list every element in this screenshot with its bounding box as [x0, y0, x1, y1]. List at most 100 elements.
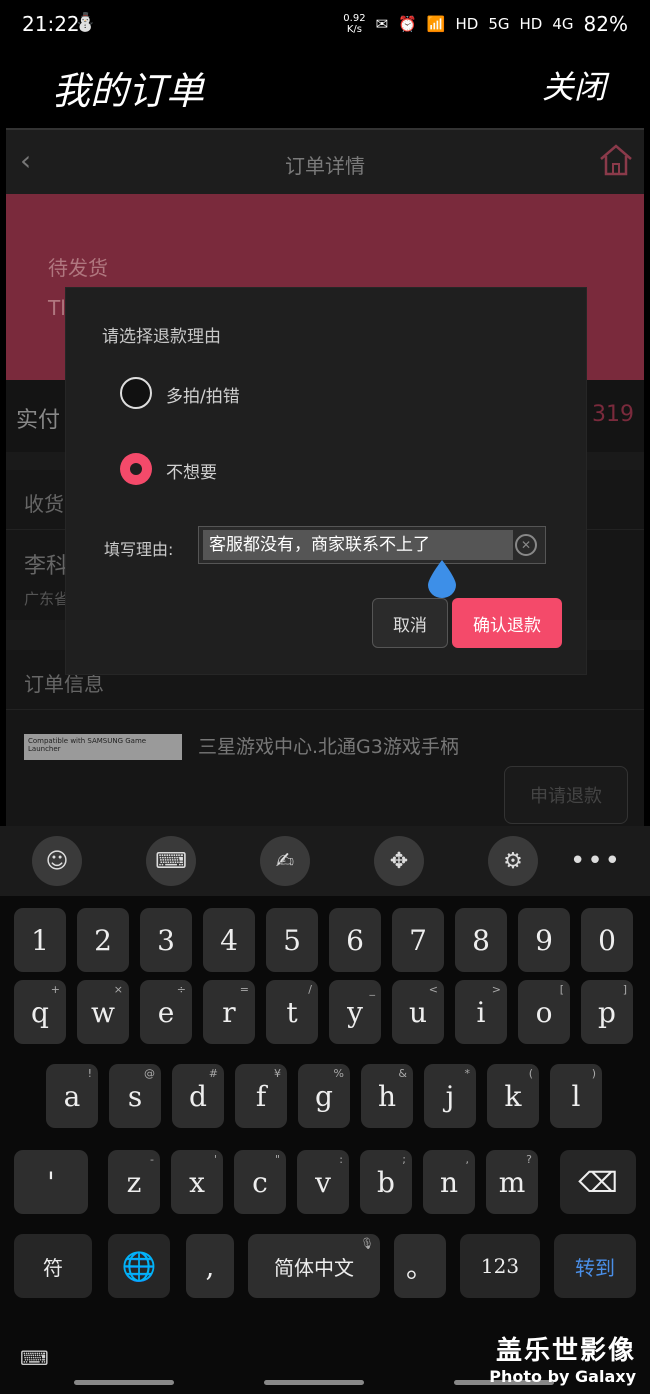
radio-option-wrong-order[interactable] — [120, 377, 152, 409]
key-k[interactable]: k( — [487, 1064, 539, 1128]
key-w[interactable]: w × — [77, 980, 129, 1044]
key-label: o — [535, 995, 553, 1029]
key-hint: % — [333, 1067, 344, 1080]
key-5[interactable]: 5 — [266, 908, 318, 972]
handwriting-icon[interactable]: ✍ — [260, 836, 310, 886]
key-label: x — [189, 1165, 205, 1199]
close-button[interactable]: 关闭 — [542, 62, 606, 108]
soft-keyboard: 1 2 3 4 5 6 7 8 9 0 q + w × e ÷ r = t / y _ u < i > o[p] a! s @ d # f ¥ g%… — [0, 896, 650, 1394]
text-cursor-handle-icon[interactable] — [426, 558, 458, 598]
product-name[interactable]: 三星游戏中心.北通G3游戏手柄 — [198, 732, 459, 759]
key-9[interactable]: 9 — [518, 908, 570, 972]
key-6[interactable]: 6 — [329, 908, 381, 972]
order-detail-title: 订单详情 — [285, 154, 365, 178]
key-i[interactable]: i > — [455, 980, 507, 1044]
key-d[interactable]: d # — [172, 1064, 224, 1128]
key-n[interactable]: n, — [423, 1150, 475, 1214]
key-7[interactable]: 7 — [392, 908, 444, 972]
key-x[interactable]: x ' — [171, 1150, 223, 1214]
key-hint: ¥ — [274, 1067, 281, 1080]
key-q[interactable]: q + — [14, 980, 66, 1044]
reason-input[interactable]: 客服都没有，商家联系不上了 ✕ — [198, 526, 546, 564]
key-u[interactable]: u < — [392, 980, 444, 1044]
key-z[interactable]: z- — [108, 1150, 160, 1214]
clear-icon[interactable]: ✕ — [515, 534, 537, 556]
keyboard-switch-icon[interactable]: ⌨ — [20, 1346, 49, 1370]
message-icon: ✉ — [375, 15, 389, 33]
key-r[interactable]: r = — [203, 980, 255, 1044]
key-p[interactable]: p] — [581, 980, 633, 1044]
status-time: 21:22 — [22, 12, 80, 36]
radio-option-dont-want[interactable] — [120, 453, 152, 485]
apply-refund-button[interactable]: 申请退款 — [504, 766, 628, 824]
radio-label-wrong-order[interactable]: 多拍/拍错 — [166, 382, 240, 407]
enter-key[interactable]: 转到 — [554, 1234, 636, 1298]
key-label: 3 — [157, 923, 175, 957]
cursor-move-icon[interactable]: ✥ — [374, 836, 424, 886]
key-e[interactable]: e ÷ — [140, 980, 192, 1044]
key-hint: < — [428, 983, 438, 996]
symbol-key[interactable]: 符 — [14, 1234, 92, 1298]
key-label: 4 — [220, 923, 238, 957]
app-header: 我的订单 关闭 — [0, 50, 650, 130]
backspace-icon[interactable]: ⌫ — [560, 1150, 636, 1214]
language-globe-icon[interactable]: 🌐 — [108, 1234, 170, 1298]
emoji-icon[interactable]: ☺ — [32, 836, 82, 886]
key-j[interactable]: j * — [424, 1064, 476, 1128]
key-2[interactable]: 2 — [77, 908, 129, 972]
key-hint: # — [208, 1067, 218, 1080]
key-hint: ] — [622, 983, 627, 996]
key-label: r — [222, 995, 236, 1029]
numbers-key[interactable]: 123 — [460, 1234, 540, 1298]
key-label: 0 — [598, 923, 616, 957]
key-label: k — [504, 1079, 522, 1113]
key-label: 7 — [409, 923, 427, 957]
settings-icon[interactable]: ⚙ — [488, 836, 538, 886]
key-4[interactable]: 4 — [203, 908, 255, 972]
key-label: h — [377, 1079, 397, 1113]
key-o[interactable]: o[ — [518, 980, 570, 1044]
key-label: g — [315, 1079, 333, 1113]
period-key[interactable]: 。 — [394, 1234, 446, 1298]
key-h[interactable]: h & — [361, 1064, 413, 1128]
radio-label-dont-want[interactable]: 不想要 — [166, 458, 217, 483]
key-label: ' — [47, 1165, 55, 1199]
key-m[interactable]: m? — [486, 1150, 538, 1214]
key-hint: > — [491, 983, 501, 996]
key-f[interactable]: f ¥ — [235, 1064, 287, 1128]
signal-4g: 4G — [552, 15, 574, 33]
cancel-button[interactable]: 取消 — [372, 598, 448, 648]
status-bar: 21:22 ⛄ 0.92 K/s ✉ ⏰ 📶 HD 5G HD 4G 82% — [0, 0, 650, 50]
key-b[interactable]: b; — [360, 1150, 412, 1214]
key-3[interactable]: 3 — [140, 908, 192, 972]
key-hint: + — [50, 983, 60, 996]
comma-key[interactable]: , — [186, 1234, 234, 1298]
key-s[interactable]: s @ — [109, 1064, 161, 1128]
key-a[interactable]: a! — [46, 1064, 98, 1128]
key-c[interactable]: c " — [234, 1150, 286, 1214]
key-1[interactable]: 1 — [14, 908, 66, 972]
key-hint: & — [398, 1067, 407, 1080]
key-t[interactable]: t / — [266, 980, 318, 1044]
home-icon[interactable] — [598, 142, 634, 178]
key-hint: ' — [213, 1153, 217, 1166]
keyboard-toolbar: ☺ ⌨ ✍ ✥ ⚙ ••• — [0, 826, 650, 896]
keyboard-icon[interactable]: ⌨ — [146, 836, 196, 886]
key-label: z — [126, 1165, 142, 1199]
space-key[interactable]: 简体中文 🎙 — [248, 1234, 380, 1298]
microphone-icon: 🎙 — [360, 1237, 374, 1250]
key-8[interactable]: 8 — [455, 908, 507, 972]
key-label: p — [598, 995, 616, 1029]
more-icon[interactable]: ••• — [570, 846, 622, 876]
confirm-refund-button[interactable]: 确认退款 — [452, 598, 562, 648]
key-l[interactable]: l) — [550, 1064, 602, 1128]
key-y[interactable]: y _ — [329, 980, 381, 1044]
reason-input-value[interactable]: 客服都没有，商家联系不上了 — [203, 530, 513, 560]
key-label: 5 — [283, 923, 301, 957]
key-hint: * — [464, 1067, 471, 1080]
key-apostrophe[interactable]: ' — [14, 1150, 88, 1214]
key-v[interactable]: v: — [297, 1150, 349, 1214]
key-0[interactable]: 0 — [581, 908, 633, 972]
product-thumbnail[interactable]: Compatible with SAMSUNG Game Launcher — [24, 734, 182, 760]
key-g[interactable]: g% — [298, 1064, 350, 1128]
